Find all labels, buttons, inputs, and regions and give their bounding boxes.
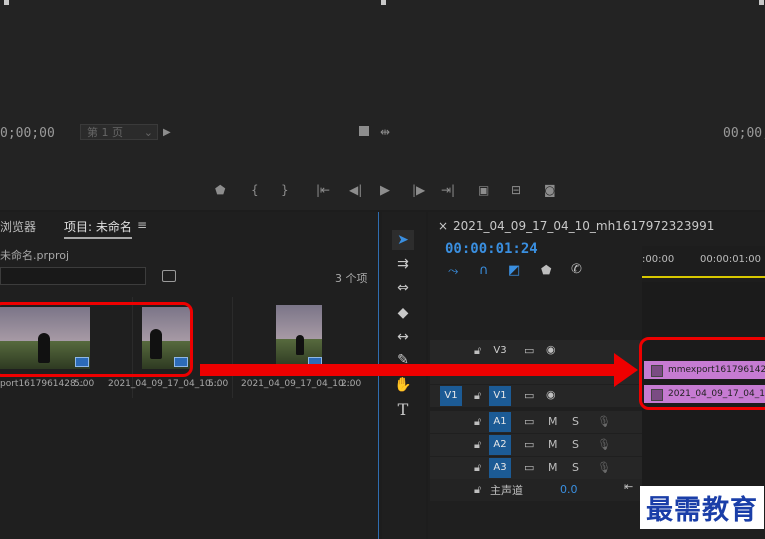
solo-button[interactable]: S <box>572 461 579 474</box>
camera-icon[interactable]: ◙ <box>544 183 556 197</box>
track-header-v1: V1 🔓︎ V1 ▭ ◉ <box>430 385 642 407</box>
sync-lock-icon[interactable]: ▭ <box>524 438 534 451</box>
source-timecode: 0;00;00 <box>0 126 55 141</box>
clip-duration: 5:00 <box>74 379 95 389</box>
track-label[interactable]: V3 <box>489 341 511 361</box>
clips-highlight <box>639 337 765 410</box>
hand-tool-icon[interactable]: ✋ <box>392 375 414 395</box>
microphone-icon[interactable]: 🎙︎ <box>597 438 611 451</box>
track-label[interactable]: A1 <box>489 412 511 432</box>
track-header-master: 🔓︎ 主声道 0.0 ⇤ <box>430 479 642 501</box>
selection-highlight <box>0 302 193 377</box>
sync-lock-icon[interactable]: ▭ <box>524 389 534 402</box>
source-patch-v1[interactable]: V1 <box>440 386 462 406</box>
resize-handle[interactable] <box>381 0 386 5</box>
go-to-in-icon[interactable]: |⇤ <box>316 183 330 197</box>
mark-in-icon[interactable]: { <box>251 183 259 197</box>
razor-tool-icon[interactable]: ◆ <box>392 303 414 323</box>
sync-lock-icon[interactable]: ▭ <box>524 461 534 474</box>
add-marker-icon[interactable]: ⬟ <box>541 263 551 277</box>
tab-project[interactable]: 项目: 未命名 <box>64 218 132 239</box>
clip-duration: 2:00 <box>341 379 362 389</box>
lock-icon[interactable]: 🔓︎ <box>474 415 481 429</box>
time-ruler[interactable]: :00:00 00:00:01:00 <box>642 246 765 283</box>
solo-button[interactable]: S <box>572 438 579 451</box>
eye-icon[interactable]: ◉ <box>546 343 556 356</box>
sequence-tab[interactable]: 2021_04_09_17_04_10_mh1617972323991 <box>453 219 714 233</box>
nest-toggle-icon[interactable]: ⤳ <box>448 264 458 279</box>
solo-button[interactable]: S <box>572 415 579 428</box>
ruler-label: :00:00 <box>642 254 675 265</box>
overwrite-icon[interactable]: ⊟ <box>511 183 521 197</box>
resize-handle[interactable] <box>4 0 9 5</box>
lock-icon[interactable]: 🔓︎ <box>474 483 481 497</box>
insert-icon[interactable]: ▣ <box>478 183 489 197</box>
snap-icon[interactable]: ∩ <box>479 263 489 278</box>
master-volume-value[interactable]: 0.0 <box>560 483 578 496</box>
item-count: 3 个项 <box>335 272 368 285</box>
go-to-out-icon[interactable]: ⇥| <box>441 183 455 197</box>
type-tool-icon[interactable]: T <box>392 400 414 420</box>
eye-icon[interactable]: ◉ <box>546 388 556 401</box>
watermark: 最需教育 <box>640 486 764 529</box>
clip-thumbnail <box>276 305 322 367</box>
playhead-timecode[interactable]: 00:00:01:24 <box>445 241 538 257</box>
track-header-a1: 🔓︎ A1 ▭ M S 🎙︎ <box>430 411 642 433</box>
ruler-label: 00:00:01:00 <box>700 254 762 265</box>
track-header-v3: 🔓︎ V3 ▭ ◉ <box>430 340 642 362</box>
lock-icon[interactable]: 🔓︎ <box>474 461 481 475</box>
linked-selection-icon[interactable]: ◩ <box>508 263 520 278</box>
program-timecode: 00;00;00 <box>723 126 765 141</box>
lock-icon[interactable]: 🔓︎ <box>474 344 481 358</box>
track-select-tool-icon[interactable]: ⇉ <box>392 254 414 274</box>
tab-media-browser[interactable]: 浏览器 <box>0 218 36 235</box>
go-to-end-icon[interactable]: ⇤ <box>624 480 633 493</box>
close-tab-icon[interactable]: × <box>438 219 448 233</box>
track-label[interactable]: A3 <box>489 458 511 478</box>
resize-handle[interactable] <box>759 0 764 5</box>
track-header-a3: 🔓︎ A3 ▭ M S 🎙︎ <box>430 457 642 479</box>
mute-button[interactable]: M <box>548 438 558 451</box>
mute-button[interactable]: M <box>548 461 558 474</box>
work-area-bar[interactable] <box>642 276 765 278</box>
ripple-edit-tool-icon[interactable]: ⇔ <box>392 278 414 298</box>
microphone-icon[interactable]: 🎙︎ <box>597 461 611 474</box>
panel-menu-icon[interactable]: ≡ <box>137 218 147 232</box>
track-label[interactable]: V1 <box>489 386 511 406</box>
marker-icon[interactable]: ⬟ <box>215 183 225 197</box>
step-forward-icon[interactable]: |▶ <box>412 183 425 197</box>
clip-name: 2021_04_09_17_04_10... <box>241 379 353 389</box>
monitor-panel <box>0 0 765 210</box>
list-item[interactable]: 2021_04_09_17_04_10... 2:00 <box>233 297 365 398</box>
clip-name: 2021_04_09_17_04_10... <box>108 379 220 389</box>
mark-out-icon[interactable]: } <box>281 183 289 197</box>
mute-button[interactable]: M <box>548 415 558 428</box>
microphone-icon[interactable]: 🎙︎ <box>597 415 611 428</box>
track-header-a2: 🔓︎ A2 ▭ M S 🎙︎ <box>430 434 642 456</box>
track-label[interactable]: A2 <box>489 435 511 455</box>
selection-tool-icon[interactable]: ➤ <box>392 230 414 250</box>
play-small-icon[interactable]: ▶ <box>163 127 171 138</box>
page-select[interactable]: 第 1 页 ⌄ <box>80 124 158 140</box>
lock-icon[interactable]: 🔓︎ <box>474 438 481 452</box>
search-bin-icon[interactable] <box>162 270 176 282</box>
export-frame-icon[interactable] <box>359 126 369 136</box>
lock-icon[interactable]: 🔓︎ <box>474 389 481 403</box>
sync-lock-icon[interactable]: ▭ <box>524 415 534 428</box>
slip-tool-icon[interactable]: ↔ <box>392 327 414 347</box>
play-icon[interactable]: ▶ <box>380 183 390 198</box>
arrow-shaft <box>200 364 620 376</box>
page-select-value: 第 1 页 <box>87 126 123 139</box>
step-back-icon[interactable]: ◀| <box>349 183 362 197</box>
master-label: 主声道 <box>490 484 523 497</box>
project-filename: 未命名.prproj <box>0 249 70 262</box>
clip-name: port1617961428... <box>0 379 85 389</box>
sync-lock-icon[interactable]: ▭ <box>524 344 534 357</box>
clip-duration: 5:00 <box>208 379 229 389</box>
arrow-head-icon <box>614 353 638 387</box>
chevron-down-icon: ⌄ <box>143 126 153 139</box>
wrench-icon[interactable]: ✆ <box>571 262 582 277</box>
trim-icon[interactable]: ⇹ <box>380 125 390 139</box>
search-input[interactable] <box>0 267 146 285</box>
